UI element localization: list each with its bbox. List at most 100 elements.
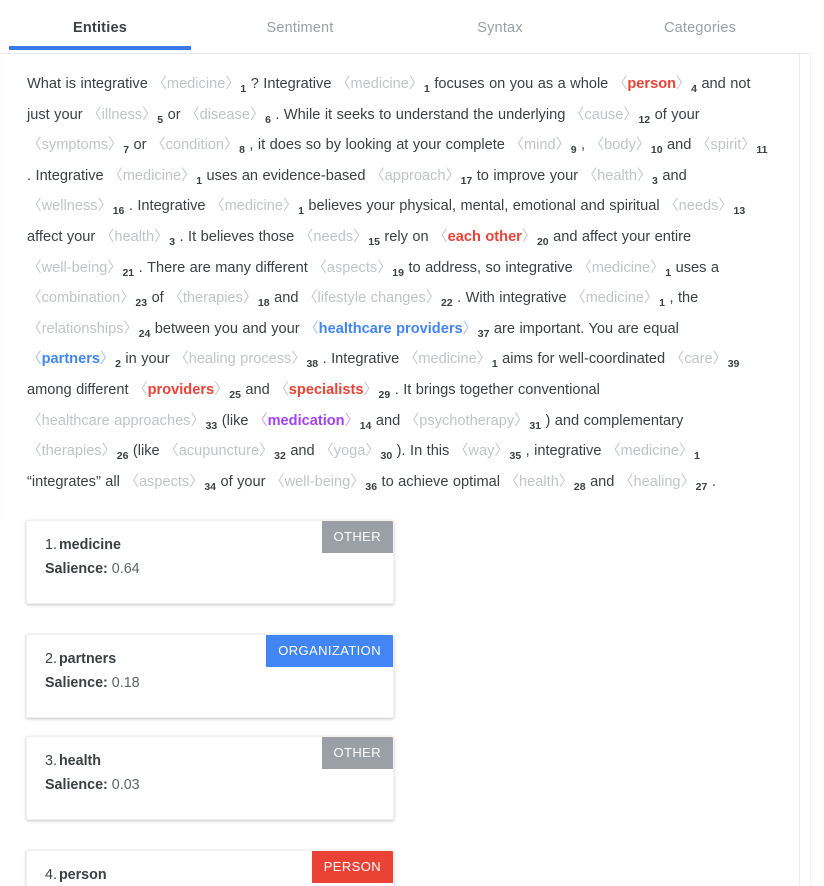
entity-mention[interactable]: 〈health〉3 [100,229,175,248]
entity-mention[interactable]: 〈condition〉8 [151,137,245,157]
entity-card-name: health [58,753,102,770]
entity-mention[interactable]: 〈illness〉5 [87,107,163,126]
entity-mention[interactable]: 〈relationships〉24 [27,320,150,340]
analyzed-text-panel: What is integrative 〈medicine〉1 ? Integr… [0,54,800,521]
entity-mention[interactable]: 〈acupuncture〉32 [164,443,286,463]
entity-mention[interactable]: 〈health〉28 [504,474,585,493]
entity-mention[interactable]: 〈partners〉2 [27,351,121,370]
entity-card[interactable]: 3. health Salience: 0.03 OTHER [26,736,394,821]
entity-mention[interactable]: 〈psychotherapy〉31 [405,413,541,432]
entity-mention[interactable]: 〈symptoms〉7 [27,137,129,156]
entity-mention-word: aspects [326,259,378,276]
plain-text: , [576,137,590,154]
entity-card[interactable]: 1. medicine Salience: 0.64 OTHER [26,520,394,605]
entity-mention[interactable]: 〈medicine〉1 [152,76,246,95]
plain-text: . [707,473,716,490]
entity-mention[interactable]: 〈yoga〉30 [319,443,392,462]
entity-card[interactable]: 2. partners Salience: 0.18 ORGANIZATION [26,634,394,719]
entity-mention[interactable]: 〈person〉4 [612,76,697,95]
entity-mention[interactable]: 〈cause〉12 [570,107,650,126]
entity-mention-word: medication [267,412,345,429]
entity-mention[interactable]: 〈wellness〉16 [27,198,124,217]
entity-mention-index: 19 [392,266,404,279]
entity-card-salience: Salience: 0.18 [45,675,375,691]
entity-card-salience: Salience: 0.64 [45,561,375,577]
entity-mention[interactable]: 〈disease〉6 [185,106,271,126]
entity-mention[interactable]: 〈each other〉20 [433,229,549,248]
entity-bracket-close-icon: 〉 [476,351,492,368]
entity-mention[interactable]: 〈mind〉9 [509,137,577,157]
entity-bracket-close-icon: 〉 [644,290,659,307]
page-right-gutter [810,54,824,886]
entity-mention[interactable]: 〈healing〉27 [619,473,707,493]
tab-syntax[interactable]: Syntax [400,0,600,36]
entity-mention[interactable]: 〈medicine〉1 [606,443,700,462]
entity-bracket-open-icon: 〈 [312,259,327,276]
entity-mention[interactable]: 〈healthcare approaches〉33 [27,413,217,432]
entity-bracket-open-icon: 〈 [174,351,189,368]
entity-mention-word: healthcare providers [318,320,463,337]
entity-mention[interactable]: 〈combination〉23 [27,290,147,309]
entity-mention[interactable]: 〈body〉10 [590,137,663,156]
entity-mention[interactable]: 〈lifestyle changes〉22 [303,290,453,309]
entity-mention-index: 8 [239,144,245,157]
entity-mention-word: way [468,443,495,460]
entity-mention[interactable]: 〈medicine〉1 [404,351,498,371]
entity-mention-word: acupuncture [178,443,260,460]
entity-mention[interactable]: 〈medicine〉1 [108,168,202,187]
entity-mention[interactable]: 〈spirit〉11 [696,137,768,156]
tab-entities[interactable]: Entities [0,0,200,50]
entity-mention[interactable]: 〈approach〉17 [370,168,472,187]
entity-mention-index: 13 [733,205,746,218]
entity-mention-word: care [684,351,713,368]
entity-mention-index: 9 [570,144,577,157]
entity-mention[interactable]: 〈aspects〉34 [124,473,216,493]
entity-mention[interactable]: 〈needs〉15 [299,229,380,248]
entity-mention[interactable]: 〈aspects〉19 [312,259,404,279]
entity-mention-index: 37 [477,327,490,340]
tab-categories[interactable]: Categories [600,0,800,36]
entity-mention[interactable]: 〈therapies〉18 [168,290,269,309]
entity-bracket-open-icon: 〈 [185,106,200,123]
entity-cards-region: 1. medicine Salience: 0.64 OTHER 2. partners S… [0,520,800,886]
entity-card-index: 3. [45,753,57,770]
entity-mention[interactable]: 〈way〉35 [454,443,521,462]
entity-mention[interactable]: 〈needs〉13 [664,198,746,218]
entity-card-index: 2. [45,651,57,668]
entity-card-name: partners [58,651,117,668]
entity-bracket-open-icon: 〈 [612,76,628,92]
entity-mention[interactable]: 〈healthcare providers〉37 [304,320,490,340]
plain-text: , the [665,290,699,307]
entity-mention-index: 29 [378,388,391,401]
entity-bracket-close-icon: 〉 [680,473,696,490]
entity-mention-index: 1 [491,358,498,371]
entity-mention-index: 26 [116,450,129,463]
entity-mention[interactable]: 〈therapies〉26 [27,443,129,463]
entity-bracket-open-icon: 〈 [27,320,42,337]
entity-mention-index: 32 [274,450,286,463]
entity-mention-word: healing process [188,351,292,368]
entity-mention-index: 6 [265,113,271,126]
entity-mention[interactable]: 〈care〉39 [670,351,740,370]
entity-mention[interactable]: 〈well-being〉21 [27,260,134,279]
entity-mention[interactable]: 〈medicine〉1 [210,198,304,217]
entity-mention[interactable]: 〈specialists〉29 [274,382,391,401]
entity-mention-word: aspects [138,473,190,490]
entity-card[interactable]: 4.personSalience: 0.01PERSON [26,850,394,886]
salience-value: 0.18 [111,675,140,692]
entity-mention[interactable]: 〈medicine〉1 [571,290,665,309]
entity-mention[interactable]: 〈medication〉14 [253,412,371,432]
entity-mention-word: medicine [224,198,283,215]
entity-mention-index: 1 [424,83,430,95]
plain-text: uses a [671,259,719,276]
entity-mention[interactable]: 〈well-being〉36 [270,474,377,493]
entity-mention[interactable]: 〈providers〉25 [133,382,241,401]
entity-bracket-close-icon: 〉 [712,351,728,368]
tab-sentiment[interactable]: Sentiment [200,0,400,36]
entity-mention[interactable]: 〈health〉3 [583,168,658,187]
entity-mention[interactable]: 〈medicine〉1 [336,76,430,95]
entity-mention[interactable]: 〈medicine〉1 [577,260,671,279]
entity-bracket-open-icon: 〈 [152,76,167,92]
plain-text: are important. You are equal [489,320,679,337]
entity-mention[interactable]: 〈healing process〉38 [174,351,318,370]
